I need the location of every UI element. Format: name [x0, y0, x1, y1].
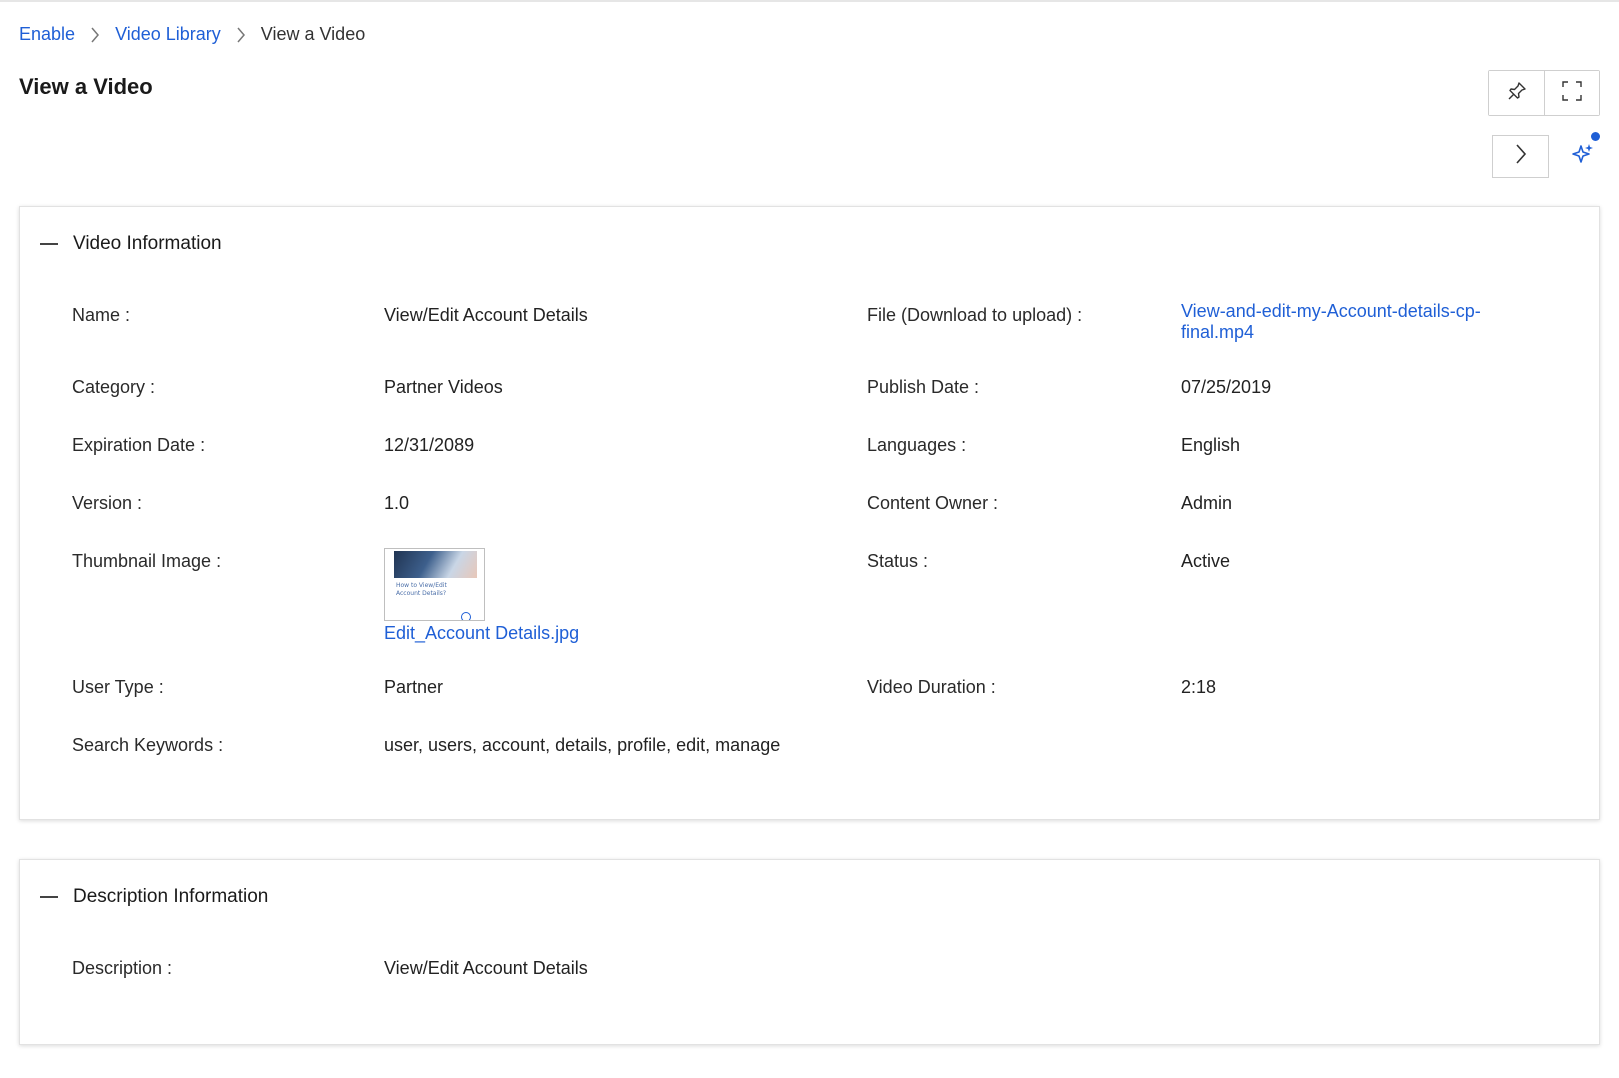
languages-value: English [1181, 435, 1241, 455]
fullscreen-icon [1561, 80, 1583, 107]
publish-date-value: 07/25/2019 [1181, 377, 1272, 397]
name-label: Name : [72, 305, 131, 325]
notification-dot [1591, 132, 1600, 141]
next-record-button[interactable] [1492, 135, 1549, 178]
expiration-date-value: 12/31/2089 [384, 435, 475, 455]
collapse-icon [40, 243, 58, 245]
video-information-toggle[interactable]: Video Information [40, 233, 222, 255]
description-information-toggle[interactable]: Description Information [40, 886, 268, 908]
thumbnail-file-link[interactable]: Edit_Account Details.jpg [384, 623, 579, 644]
breadcrumb: Enable Video Library View a Video [19, 24, 365, 45]
pin-icon [1506, 80, 1528, 107]
user-type-value: Partner [384, 677, 444, 697]
content-owner-value: Admin [1181, 493, 1233, 513]
publish-date-label: Publish Date : [867, 377, 980, 397]
breadcrumb-current: View a Video [260, 24, 366, 44]
expiration-date-label: Expiration Date : [72, 435, 206, 455]
chevron-right-icon [221, 27, 261, 43]
thumbnail-caption-line: Account Details? [396, 590, 447, 597]
description-value: View/Edit Account Details [384, 958, 588, 978]
status-value: Active [1181, 551, 1231, 571]
top-divider [0, 0, 1619, 2]
play-icon [461, 612, 471, 620]
thumbnail-caption: How to View/Edit Account Details? [396, 582, 447, 598]
version-value: 1.0 [384, 493, 410, 513]
thumbnail-preview[interactable]: How to View/Edit Account Details? [384, 548, 485, 621]
file-link-line: final.mp4 [1181, 322, 1255, 342]
ai-assistant-button[interactable] [1565, 137, 1601, 175]
sparkle-icon [1571, 142, 1595, 171]
video-duration-label: Video Duration : [867, 677, 996, 697]
file-download-link[interactable]: View-and-edit-my-Account-details-cp- fin… [1181, 301, 1481, 343]
languages-label: Languages : [867, 435, 967, 455]
chevron-right-icon [75, 27, 115, 43]
thumbnail-label: Thumbnail Image : [72, 551, 222, 571]
category-label: Category : [72, 377, 156, 397]
collapse-icon [40, 896, 58, 898]
page-title: View a Video [19, 74, 153, 99]
file-link-line: View-and-edit-my-Account-details-cp- [1181, 301, 1481, 321]
user-type-label: User Type : [72, 677, 164, 697]
pin-button[interactable] [1489, 71, 1544, 115]
description-information-panel: Description Information Description : Vi… [19, 859, 1600, 1045]
file-label: File (Download to upload) : [867, 305, 1083, 325]
version-label: Version : [72, 493, 143, 513]
section-title: Description Information [73, 886, 269, 907]
fullscreen-button[interactable] [1544, 71, 1599, 115]
video-information-panel: Video Information Name : View/Edit Accou… [19, 206, 1600, 820]
category-value: Partner Videos [384, 377, 503, 397]
thumbnail-caption-line: How to View/Edit [396, 582, 447, 589]
description-label: Description : [72, 958, 173, 978]
chevron-right-icon [1514, 143, 1528, 170]
breadcrumb-enable[interactable]: Enable [19, 24, 75, 45]
content-owner-label: Content Owner : [867, 493, 999, 513]
view-actions [1488, 70, 1600, 116]
video-duration-value: 2:18 [1181, 677, 1217, 697]
search-keywords-value: user, users, account, details, profile, … [384, 735, 781, 755]
breadcrumb-video-library[interactable]: Video Library [115, 24, 221, 45]
search-keywords-label: Search Keywords : [72, 735, 224, 755]
name-value: View/Edit Account Details [384, 305, 588, 325]
thumbnail-photo [394, 551, 477, 578]
section-title: Video Information [73, 233, 222, 254]
status-label: Status : [867, 551, 929, 571]
